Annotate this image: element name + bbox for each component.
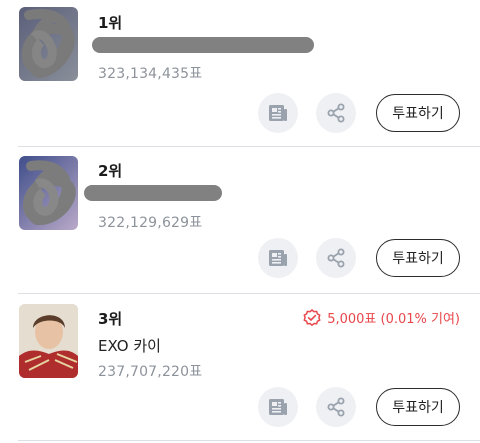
vote-count: 323,134,435표 xyxy=(98,66,203,82)
share-icon xyxy=(327,103,345,123)
artist-photo[interactable] xyxy=(19,304,78,378)
artist-photo-blurred[interactable] xyxy=(19,7,78,81)
contribution-text: 5,000표 (0.01% 기여) xyxy=(327,312,460,327)
rank-label: 1위 xyxy=(98,14,123,32)
share-button[interactable] xyxy=(316,238,356,278)
artist-name: EXO 카이 xyxy=(98,337,161,355)
article-icon xyxy=(269,105,287,121)
vote-button[interactable]: 투표하기 xyxy=(376,239,460,277)
article-icon xyxy=(269,399,287,415)
vote-button[interactable]: 투표하기 xyxy=(376,388,460,426)
rank-label: 2위 xyxy=(98,162,123,180)
redacted-name xyxy=(92,37,314,53)
verified-badge-icon xyxy=(303,308,321,326)
rank-label: 3위 xyxy=(98,310,123,328)
rank-item-1: 1위 323,134,435표 투표하기 xyxy=(0,0,480,146)
share-icon xyxy=(327,248,345,268)
redacted-name xyxy=(84,185,222,201)
contribution-info: 5,000표 (0.01% 기여) xyxy=(303,308,460,327)
vote-count: 237,707,220표 xyxy=(98,364,203,380)
vote-count: 322,129,629표 xyxy=(98,215,203,231)
artist-photo-blurred[interactable] xyxy=(19,156,78,230)
scribble-overlay xyxy=(23,160,76,226)
vote-button[interactable]: 투표하기 xyxy=(376,94,460,132)
article-button[interactable] xyxy=(258,93,298,133)
article-icon xyxy=(269,250,287,266)
share-button[interactable] xyxy=(316,387,356,427)
artist-photo-art xyxy=(19,304,78,378)
share-icon xyxy=(327,397,345,417)
rank-item-3: 3위 5,000표 (0.01% 기여) EXO 카이 237,707,220표… xyxy=(0,294,480,440)
rank-item-2: 2위 322,129,629표 투표하기 xyxy=(0,147,480,293)
scribble-overlay xyxy=(21,8,75,79)
share-button[interactable] xyxy=(316,93,356,133)
article-button[interactable] xyxy=(258,238,298,278)
article-button[interactable] xyxy=(258,387,298,427)
divider xyxy=(18,440,480,441)
